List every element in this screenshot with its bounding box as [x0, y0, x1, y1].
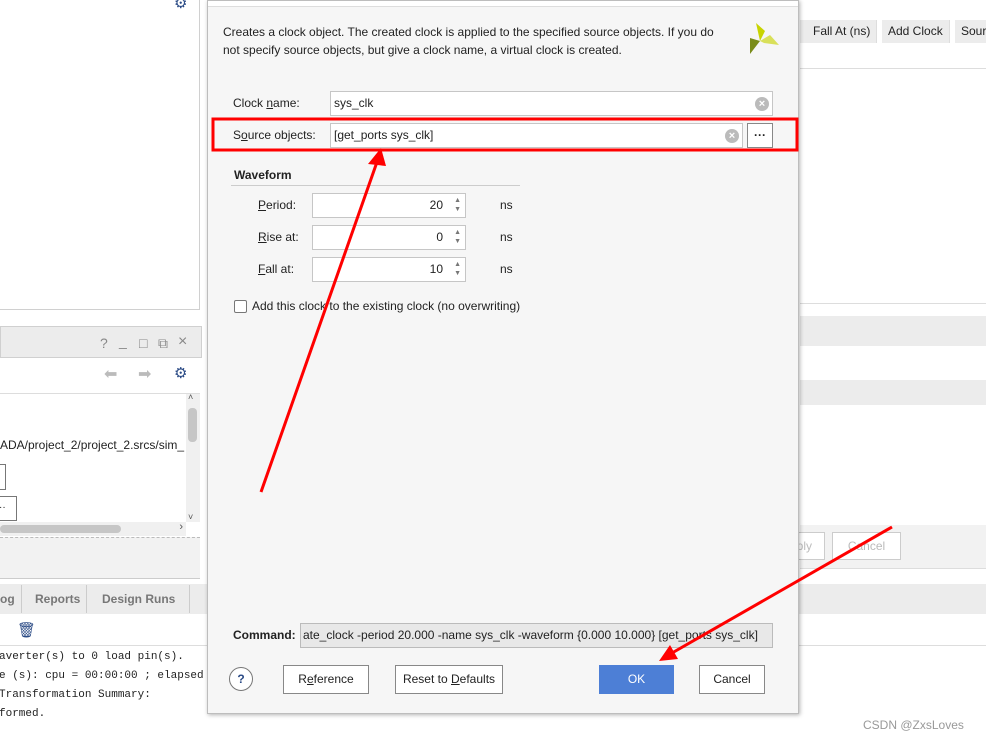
period-spinner[interactable]: 20 ▲ ▼ [312, 193, 466, 218]
rise-value: 0 [436, 230, 443, 244]
help-icon[interactable]: ? [100, 335, 108, 351]
log-line: formed. [0, 708, 46, 720]
column-header-add-clock[interactable]: Add Clock [882, 20, 950, 43]
cancel-button[interactable]: Cancel [832, 532, 901, 560]
clear-icon[interactable]: × [755, 97, 769, 111]
waveform-heading: Waveform [234, 168, 292, 182]
reset-to-defaults-button[interactable]: Reset to Defaults [395, 665, 503, 694]
command-label: Command: [233, 628, 296, 642]
vertical-scrollbar[interactable]: ˄ ˅ [186, 392, 200, 522]
reference-button[interactable]: Reference [283, 665, 369, 694]
field-box[interactable] [0, 464, 6, 490]
dialog-description: Creates a clock object. The created cloc… [223, 25, 714, 57]
fall-unit: ns [500, 262, 513, 276]
divider [800, 68, 986, 69]
spinner-arrows-icon[interactable]: ▲ ▼ [454, 196, 461, 214]
browse-source-button[interactable]: ··· [747, 123, 773, 148]
clock-name-input[interactable]: sys_clk × [330, 91, 773, 116]
browse-button[interactable]: ·· [0, 496, 17, 521]
divider [231, 185, 520, 186]
back-arrow-icon[interactable]: ⬅ [104, 364, 117, 384]
clock-name-value: sys_clk [334, 96, 374, 110]
forward-arrow-icon[interactable]: ➡ [138, 364, 151, 384]
rise-label: Rise at: [258, 230, 299, 244]
tab-design-runs[interactable]: Design Runs [96, 585, 190, 613]
rise-spinner[interactable]: 0 ▲ ▼ [312, 225, 466, 250]
log-line: e (s): cpu = 00:00:00 ; elapsed = 00 [0, 670, 237, 682]
help-button[interactable]: ? [229, 667, 253, 691]
watermark: CSDN @ZxsLoves [863, 718, 964, 732]
xilinx-logo-icon [750, 23, 779, 54]
source-objects-input[interactable]: [get_ports sys_clk] × [330, 123, 743, 148]
spinner-arrows-icon[interactable]: ▲ ▼ [454, 228, 461, 246]
gear-icon[interactable]: ⚙ [174, 0, 187, 12]
path-text: ADA/project_2/project_2.srcs/sim_ [0, 438, 185, 452]
cancel-button[interactable]: Cancel [699, 665, 765, 694]
section-band [800, 380, 986, 405]
source-objects-label: Source objects: [233, 128, 316, 142]
trash-icon[interactable]: 🗑 [17, 621, 36, 639]
horizontal-scrollbar[interactable]: › [0, 521, 186, 536]
dialog-top-strip [208, 1, 798, 7]
clear-icon[interactable]: × [725, 129, 739, 143]
fall-label: Fall at: [258, 262, 295, 276]
period-value: 20 [429, 198, 443, 212]
gear-icon[interactable]: ⚙ [174, 364, 187, 382]
column-header-fall-at[interactable]: Fall At (ns) [800, 20, 878, 43]
ok-button[interactable]: OK [599, 665, 674, 694]
float-icon[interactable]: ⧉ [158, 335, 168, 352]
left-content [0, 393, 200, 543]
tab-log[interactable]: og [0, 585, 22, 613]
column-header-source[interactable]: Sour [955, 20, 986, 43]
divider [800, 303, 986, 304]
period-label: Period: [258, 198, 297, 212]
left-toolbar [0, 359, 200, 391]
close-icon[interactable]: × [178, 333, 187, 351]
left-panel-footer [0, 537, 200, 579]
fall-value: 10 [429, 262, 443, 276]
top-left-panel [0, 0, 200, 310]
spinner-arrows-icon[interactable]: ▲ ▼ [454, 260, 461, 278]
source-objects-value: [get_ports sys_clk] [334, 128, 434, 142]
log-line: Transformation Summary: [0, 689, 151, 701]
tab-reports[interactable]: Reports [29, 585, 88, 613]
create-clock-dialog: Creates a clock object. The created cloc… [207, 0, 799, 714]
period-unit: ns [500, 198, 513, 212]
log-line: averter(s) to 0 load pin(s). [0, 651, 184, 663]
add-clock-label[interactable]: Add this clock to the existing clock (no… [252, 299, 520, 313]
rise-unit: ns [500, 230, 513, 244]
clock-name-label: Clock name: [233, 96, 300, 110]
fall-spinner[interactable]: 10 ▲ ▼ [312, 257, 466, 282]
command-field[interactable]: ate_clock -period 20.000 -name sys_clk -… [300, 623, 773, 648]
minimize-icon[interactable]: _ [119, 333, 127, 349]
add-clock-checkbox[interactable] [234, 300, 247, 313]
maximize-icon[interactable]: □ [139, 335, 147, 351]
section-band [800, 316, 986, 346]
